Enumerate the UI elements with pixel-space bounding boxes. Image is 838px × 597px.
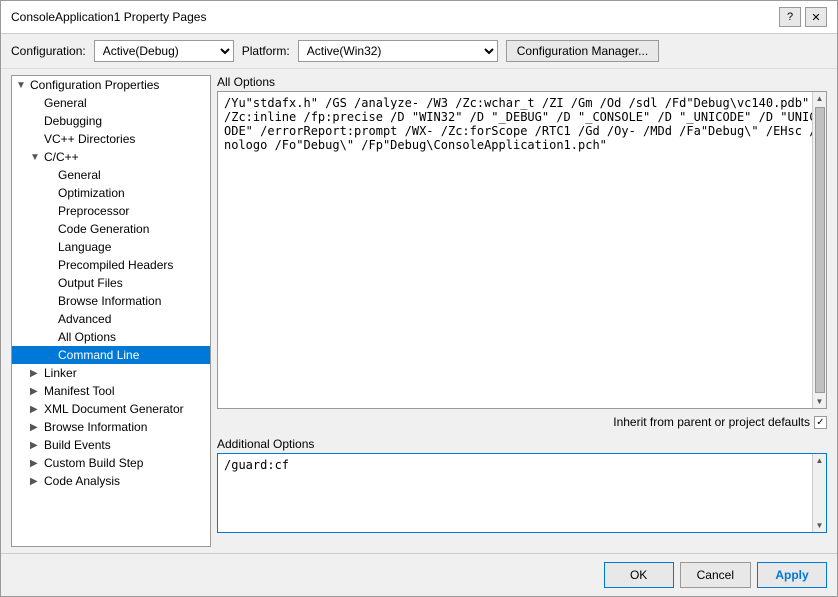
platform-select[interactable]: Active(Win32) (298, 40, 498, 62)
tree-label-manifest-tool: Manifest Tool (44, 384, 114, 398)
help-button[interactable]: ? (779, 7, 801, 27)
tree-label-advanced: Advanced (58, 312, 111, 326)
tree-item-debugging[interactable]: Debugging (12, 112, 210, 130)
tree-item-vc-directories[interactable]: VC++ Directories (12, 130, 210, 148)
tree-label-browse-information-sub: Browse Information (58, 294, 161, 308)
tree-label-code-analysis: Code Analysis (44, 474, 120, 488)
scroll-thumb[interactable] (815, 107, 825, 393)
tree-label-config-properties: Configuration Properties (30, 78, 159, 92)
tree-item-code-analysis[interactable]: Code Analysis (12, 472, 210, 490)
inherit-row: Inherit from parent or project defaults (217, 415, 827, 429)
tree-panel: Configuration Properties General Debugging… (11, 75, 211, 547)
all-options-content: /Yu"stdafx.h" /GS /analyze- /W3 /Zc:wcha… (218, 92, 826, 156)
tree-arrow-manifest-tool (30, 386, 44, 397)
tree-label-cpp-general: General (58, 168, 101, 182)
additional-options-scrollbar[interactable]: ▲ ▼ (812, 454, 826, 532)
tree-label-command-line: Command Line (58, 348, 139, 362)
tree-label-build-events: Build Events (44, 438, 111, 452)
right-panel: All Options /Yu"stdafx.h" /GS /analyze- … (217, 75, 827, 547)
tree-item-output-files[interactable]: Output Files (12, 274, 210, 292)
tree-item-preprocessor[interactable]: Preprocessor (12, 202, 210, 220)
tree-item-language[interactable]: Language (12, 238, 210, 256)
tree-item-manifest-tool[interactable]: Manifest Tool (12, 382, 210, 400)
inherit-label: Inherit from parent or project defaults (613, 415, 810, 429)
tree-item-build-events[interactable]: Build Events (12, 436, 210, 454)
tree-label-debugging: Debugging (44, 114, 102, 128)
config-row: Configuration: Active(Debug) Platform: A… (1, 34, 837, 69)
tree-item-general[interactable]: General (12, 94, 210, 112)
property-pages-dialog: ConsoleApplication1 Property Pages ? ✕ C… (0, 0, 838, 597)
main-area: Configuration Properties General Debugging… (1, 69, 837, 553)
tree-arrow-linker (30, 368, 44, 379)
tree-arrow-xml-document (30, 404, 44, 415)
tree-label-xml-document: XML Document Generator (44, 402, 184, 416)
dialog-title: ConsoleApplication1 Property Pages (11, 10, 206, 24)
tree-arrow-build-events (30, 440, 44, 451)
additional-options-section: Additional Options /guard:cf ▲ ▼ (217, 437, 827, 547)
additional-options-label: Additional Options (217, 437, 827, 451)
cancel-button[interactable]: Cancel (680, 562, 751, 588)
scroll-up-icon[interactable]: ▲ (814, 92, 826, 105)
additional-options-content: /guard:cf (218, 454, 826, 476)
tree-item-all-options[interactable]: All Options (12, 328, 210, 346)
title-bar: ConsoleApplication1 Property Pages ? ✕ (1, 1, 837, 34)
tree-item-linker[interactable]: Linker (12, 364, 210, 382)
tree-label-precompiled-headers: Precompiled Headers (58, 258, 173, 272)
all-options-label: All Options (217, 75, 827, 89)
tree-label-preprocessor: Preprocessor (58, 204, 129, 218)
all-options-scrollbar[interactable]: ▲ ▼ (812, 92, 826, 408)
tree-label-browse-information: Browse Information (44, 420, 147, 434)
tree-arrow-browse-information (30, 422, 44, 433)
tree-item-custom-build-step[interactable]: Custom Build Step (12, 454, 210, 472)
configuration-manager-button[interactable]: Configuration Manager... (506, 40, 659, 62)
inherit-checkbox[interactable] (814, 416, 827, 429)
tree-item-cpp[interactable]: C/C++ (12, 148, 210, 166)
configuration-select[interactable]: Active(Debug) (94, 40, 234, 62)
close-button[interactable]: ✕ (805, 7, 827, 27)
tree-label-all-options: All Options (58, 330, 116, 344)
tree-label-output-files: Output Files (58, 276, 123, 290)
tree-item-browse-information[interactable]: Browse Information (12, 418, 210, 436)
tree-label-code-generation: Code Generation (58, 222, 149, 236)
tree-item-code-generation[interactable]: Code Generation (12, 220, 210, 238)
tree-label-custom-build-step: Custom Build Step (44, 456, 143, 470)
tree-label-cpp: C/C++ (44, 150, 79, 164)
tree-label-optimization: Optimization (58, 186, 125, 200)
scroll-down-icon[interactable]: ▼ (814, 395, 826, 408)
tree-label-general: General (44, 96, 87, 110)
additional-options-box[interactable]: /guard:cf ▲ ▼ (217, 453, 827, 533)
all-options-container[interactable]: /Yu"stdafx.h" /GS /analyze- /W3 /Zc:wcha… (217, 91, 827, 409)
tree-arrow-code-analysis (30, 476, 44, 487)
tree-item-precompiled-headers[interactable]: Precompiled Headers (12, 256, 210, 274)
tree-item-config-properties[interactable]: Configuration Properties (12, 76, 210, 94)
all-options-section: All Options /Yu"stdafx.h" /GS /analyze- … (217, 75, 827, 409)
configuration-label: Configuration: (11, 44, 86, 58)
tree-label-linker: Linker (44, 366, 77, 380)
tree-label-vc-directories: VC++ Directories (44, 132, 135, 146)
tree-label-language: Language (58, 240, 111, 254)
tree-arrow-custom-build-step (30, 458, 44, 469)
tree-item-optimization[interactable]: Optimization (12, 184, 210, 202)
scroll-up2-icon[interactable]: ▲ (814, 454, 826, 467)
tree-item-browse-information-sub[interactable]: Browse Information (12, 292, 210, 310)
tree-item-cpp-general[interactable]: General (12, 166, 210, 184)
tree-arrow-cpp (30, 152, 44, 163)
title-bar-controls: ? ✕ (779, 7, 827, 27)
tree-item-advanced[interactable]: Advanced (12, 310, 210, 328)
tree-arrow-config-properties (16, 80, 30, 91)
scroll-down2-icon[interactable]: ▼ (814, 519, 826, 532)
bottom-bar: OK Cancel Apply (1, 553, 837, 596)
apply-button[interactable]: Apply (757, 562, 827, 588)
ok-button[interactable]: OK (604, 562, 674, 588)
tree-item-command-line[interactable]: Command Line (12, 346, 210, 364)
platform-label: Platform: (242, 44, 290, 58)
tree-item-xml-document[interactable]: XML Document Generator (12, 400, 210, 418)
